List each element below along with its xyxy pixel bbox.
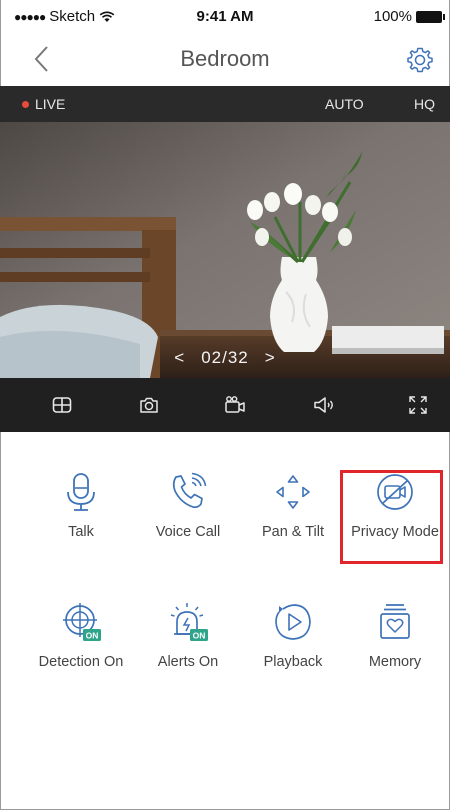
playback-label: Playback [263, 654, 323, 670]
page-title: Bedroom [180, 46, 270, 71]
highlight-box [340, 470, 443, 564]
alerts-badge: ON [193, 631, 206, 641]
alerts-button[interactable]: ON Alerts On [133, 600, 243, 670]
voice-call-button[interactable]: Voice Call [133, 470, 243, 540]
pan-tilt-arrows-icon [276, 475, 310, 509]
talk-label: Talk [68, 524, 94, 540]
pan-tilt-label: Pan & Tilt [261, 524, 325, 540]
camera-snapshot-icon[interactable] [137, 393, 161, 417]
memory-label: Memory [368, 654, 422, 670]
detection-target-icon: ON [63, 603, 101, 641]
alerts-label: Alerts On [157, 654, 219, 670]
nav-bar: Bedroom [0, 34, 450, 86]
live-bar: LIVE AUTO HQ [0, 86, 450, 122]
live-dot-icon [22, 100, 29, 108]
detection-label: Detection On [38, 654, 124, 670]
detection-button[interactable]: ON Detection On [26, 600, 136, 670]
layout-grid-icon[interactable] [50, 393, 74, 417]
live-label: LIVE [35, 96, 66, 112]
camera-feed[interactable]: <02/32 > [0, 122, 450, 378]
live-indicator: LIVE [22, 96, 65, 112]
memory-button[interactable]: Memory [340, 600, 450, 670]
battery-percent: 100% [373, 8, 412, 25]
battery-icon [416, 10, 445, 23]
phone-call-icon [172, 472, 207, 509]
microphone-icon [67, 473, 95, 511]
pager-count: 02/32 [201, 348, 249, 367]
alert-bell-icon: ON [170, 603, 208, 641]
fullscreen-icon[interactable] [406, 393, 430, 417]
memory-card-icon [380, 604, 410, 639]
gear-icon[interactable] [406, 46, 434, 74]
camera-feed-image [0, 122, 450, 378]
auto-mode-button[interactable]: AUTO [325, 96, 364, 112]
pan-tilt-button[interactable]: Pan & Tilt [238, 470, 348, 540]
pager-prev-button[interactable]: < [174, 348, 185, 368]
volume-icon[interactable] [312, 393, 336, 417]
playback-button[interactable]: Playback [238, 600, 348, 670]
quality-button[interactable]: HQ [414, 96, 435, 112]
detection-badge: ON [86, 631, 99, 641]
video-record-icon[interactable] [223, 393, 247, 417]
battery: 100% [373, 8, 445, 25]
talk-button[interactable]: Talk [26, 470, 136, 540]
pager-next-button[interactable]: > [265, 348, 276, 368]
voice-call-label: Voice Call [155, 524, 221, 540]
playback-icon [275, 604, 311, 640]
video-control-bar [0, 378, 450, 432]
feed-pager: <02/32 > [0, 348, 450, 368]
status-bar: ●●●●● Sketch 9:41 AM 100% [0, 0, 450, 34]
